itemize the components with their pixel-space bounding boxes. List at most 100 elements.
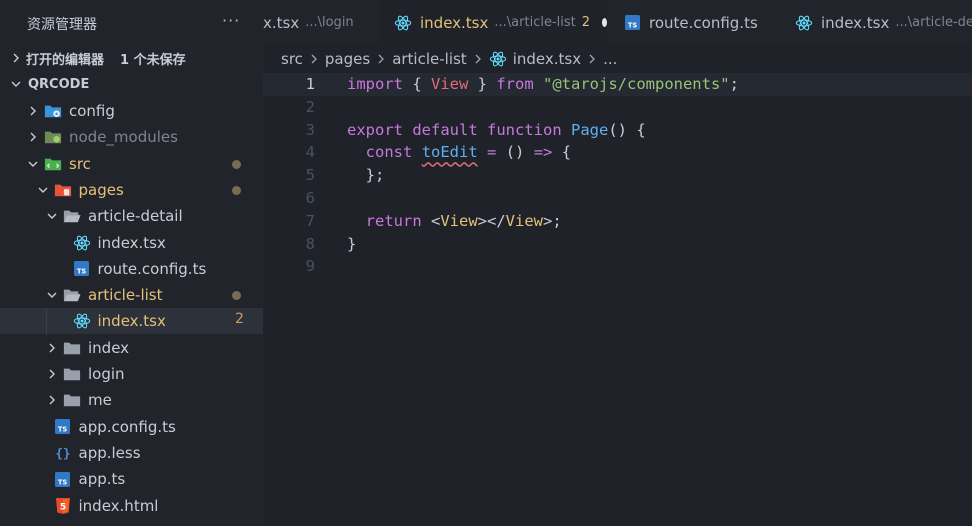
explorer-sidebar: 资源管理器 ··· 打开的编辑器 1 个未保存 QRCODE config nod… (0, 0, 263, 526)
tree-item-label: me (88, 391, 112, 410)
open-folder-icon (62, 286, 82, 304)
chevron-right-icon (27, 98, 39, 124)
code-token: = (487, 143, 497, 162)
code-token: import (347, 75, 403, 93)
chevron-right-icon (46, 335, 58, 361)
problems-badge: 2 (581, 15, 591, 30)
code-line[interactable]: 7 return <View></View>; (263, 210, 972, 233)
tree-item-article-detail[interactable]: article-detail (0, 203, 263, 229)
html5-icon: 5 (53, 497, 73, 515)
tree-item-label: node_modules (69, 128, 178, 147)
code-line[interactable]: 6 (263, 187, 972, 210)
breadcrumb-symbols[interactable]: ... (603, 50, 617, 68)
line-number: 7 (305, 211, 315, 230)
tab-article-detail-index[interactable]: index.tsx ...\article-deta (781, 0, 972, 45)
code-token: ></ (477, 211, 506, 230)
code-token: function (487, 120, 562, 139)
tab-article-list-index[interactable]: index.tsx ...\article-list 2 (381, 0, 607, 45)
line-number: 9 (305, 257, 315, 276)
tree-item-app-config-ts[interactable]: TS app.config.ts (0, 414, 263, 440)
config-folder-icon (43, 102, 63, 120)
tree-item-me[interactable]: me (0, 387, 263, 413)
folder-icon (62, 391, 82, 409)
ts-icon: TS (72, 260, 92, 278)
code-token: const (365, 143, 413, 162)
code-token: from (496, 75, 534, 93)
chevron-right-icon (376, 54, 386, 64)
line-number: 4 (305, 143, 315, 162)
code-token: toEdit (421, 143, 478, 162)
tree-item-src[interactable]: src (0, 151, 263, 177)
ts-icon: TS (53, 470, 73, 488)
react-icon (72, 234, 92, 252)
tab-description: ...\article-list (494, 15, 576, 30)
code-token: () { (608, 120, 646, 139)
tree-item-index-tsx[interactable]: index.tsx 2 (0, 308, 263, 335)
line-number: 5 (305, 166, 315, 185)
svg-text:5: 5 (59, 502, 65, 512)
open-editors-label: 打开的编辑器 (26, 52, 105, 68)
open-editors-section[interactable]: 打开的编辑器 1 个未保存 (0, 45, 263, 71)
tab-login-x-tsx[interactable]: x.tsx ...\login (263, 0, 381, 45)
code-token: "@tarojs/components" (543, 75, 730, 93)
tree-item-node-modules[interactable]: node_modules (0, 124, 263, 150)
tab-label: index.tsx (420, 13, 489, 32)
tree-item-label: index.html (78, 496, 159, 515)
folder-icon (62, 339, 82, 357)
editor-tabs: x.tsx ...\login index.tsx ...\article-li… (263, 0, 972, 45)
tree-item-route-config-ts[interactable]: TS route.config.ts (0, 256, 263, 282)
tree-item-article-list[interactable]: article-list (0, 282, 263, 308)
code-editor[interactable]: 1 import { View } from "@tarojs/component… (263, 73, 972, 526)
tree-item-app-ts[interactable]: TS app.ts (0, 466, 263, 492)
tree-item-index-tsx[interactable]: index.tsx (0, 230, 263, 256)
code-line[interactable]: 8} (263, 233, 972, 256)
chevron-down-icon (46, 203, 58, 229)
workspace-section[interactable]: QRCODE (0, 71, 263, 97)
chevron-right-icon (46, 387, 58, 413)
react-icon (795, 14, 813, 32)
problems-badge: 2 (235, 311, 244, 328)
tree-item-label: app.config.ts (78, 417, 176, 436)
chevron-right-icon (27, 124, 39, 150)
code-line[interactable]: 2 (263, 96, 972, 119)
code-token: } (468, 75, 497, 93)
line-number: 2 (305, 97, 315, 116)
code-line[interactable]: 3 export default function Page() { (263, 119, 972, 142)
breadcrumb-file[interactable]: index.tsx (513, 50, 581, 68)
code-line[interactable]: 1 import { View } from "@tarojs/component… (263, 73, 972, 96)
tree-item-index[interactable]: index (0, 335, 263, 361)
modified-dot-icon (232, 185, 241, 195)
chevron-down-icon (37, 177, 49, 203)
code-line[interactable]: 4 const toEdit = () => { (263, 141, 972, 164)
code-line[interactable]: 9 (263, 255, 972, 278)
tree-item-index-html[interactable]: 5 index.html (0, 493, 263, 519)
tree-item-app-less[interactable]: {} app.less (0, 440, 263, 466)
tree-item-pages[interactable]: pages (0, 177, 263, 203)
code-token: } (347, 234, 357, 253)
tree-item-config[interactable]: config (0, 98, 263, 124)
workspace-name: QRCODE (28, 76, 90, 92)
svg-text:TS: TS (58, 478, 68, 486)
chevron-down-icon (27, 151, 39, 177)
breadcrumb-pages[interactable]: pages (325, 50, 370, 68)
tab-route-config[interactable]: TS route.config.ts (607, 0, 781, 45)
code-line[interactable]: 5 }; (263, 164, 972, 187)
breadcrumb: src pages article-list index.tsx ... (263, 45, 972, 73)
more-actions-icon[interactable]: ··· (222, 11, 240, 30)
breadcrumb-article-list[interactable]: article-list (392, 50, 467, 68)
code-token: { (552, 143, 572, 162)
chevron-right-icon (10, 45, 22, 71)
tree-item-login[interactable]: login (0, 361, 263, 387)
breadcrumb-src[interactable]: src (281, 50, 303, 68)
code-token: => (533, 143, 553, 162)
